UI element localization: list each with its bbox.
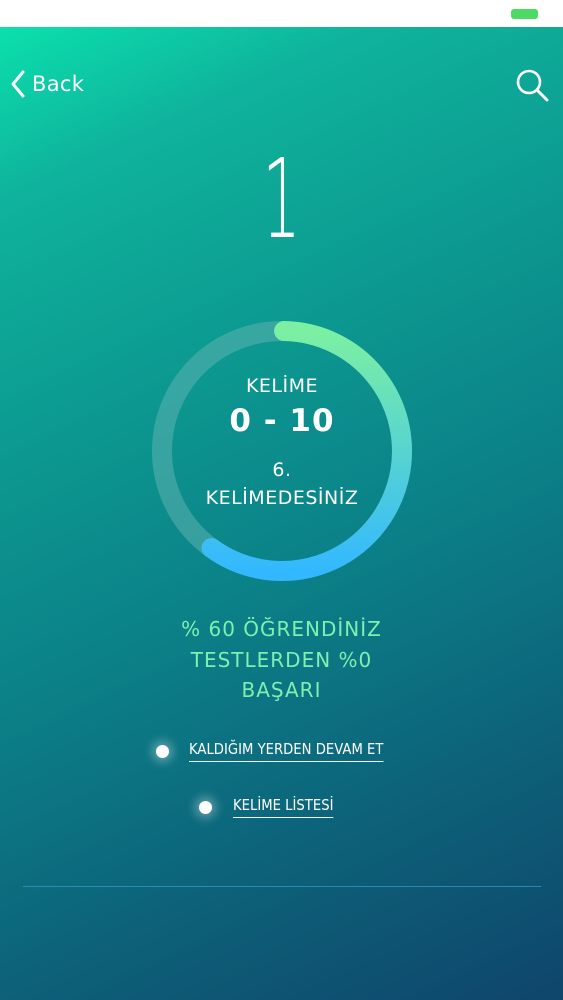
divider <box>23 886 541 887</box>
progress-ring-graphic <box>152 321 412 581</box>
back-label: Back <box>32 72 85 96</box>
continue-link[interactable]: KALDIĞIM YERDEN DEVAM ET <box>189 740 384 762</box>
word-range: 0 - 10 <box>229 403 335 439</box>
learning-stats: % 60 ÖĞRENDİNİZ TESTLERDEN %0 BAŞARI <box>0 614 563 706</box>
chevron-left-icon <box>11 70 25 98</box>
status-bar <box>0 0 563 27</box>
current-word-label: KELİMEDESİNİZ <box>205 487 359 509</box>
test-success-label: BAŞARI <box>241 678 322 702</box>
progress-title: KELİME <box>245 375 319 397</box>
bullet-dot <box>156 744 169 758</box>
word-list-link[interactable]: KELİME LİSTESİ <box>233 796 334 818</box>
progress-ring: KELİME 0 - 10 6. KELİMEDESİNİZ <box>150 319 414 583</box>
word-list-option[interactable]: KELİME LİSTESİ <box>199 796 347 818</box>
test-success-text: TESTLERDEN %0 <box>190 647 373 672</box>
current-word-number: 6. <box>272 459 292 481</box>
search-button[interactable] <box>514 67 550 103</box>
search-icon <box>516 69 549 102</box>
bullet-dot <box>199 800 212 814</box>
learned-percent-text: % 60 ÖĞRENDİNİZ <box>181 617 382 641</box>
set-number: 1 <box>262 135 301 263</box>
continue-option[interactable]: KALDIĞIM YERDEN DEVAM ET <box>156 740 410 762</box>
battery-icon <box>511 9 538 19</box>
lesson-screen: Back 1 KELİME 0 - 10 6. KELİMEDESİNİZ % … <box>0 27 563 1000</box>
progress-ring-fill <box>201 321 412 581</box>
back-button[interactable]: Back <box>10 67 84 101</box>
